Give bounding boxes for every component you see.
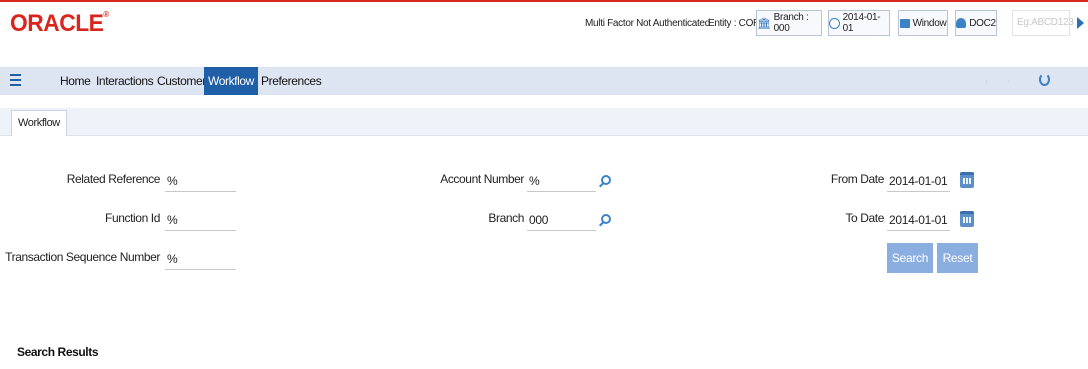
related-reference-input[interactable] (165, 170, 236, 192)
from-date-input[interactable] (887, 170, 950, 192)
account-lookup-icon[interactable] (601, 175, 611, 185)
quick-search-input[interactable]: Eg:ABCD123 (1012, 10, 1074, 36)
nav-workflow[interactable]: Workflow (204, 67, 258, 95)
clock-icon (829, 17, 840, 29)
mfa-status: Multi Factor Not Authenticated (585, 18, 710, 29)
top-header: ORACLE® Multi Factor Not Authenticated E… (0, 0, 1088, 44)
user-button[interactable]: DOC2 (955, 10, 997, 36)
txn-seq-label: Transaction Sequence Number (5, 250, 160, 264)
function-id-label: Function Id (105, 211, 160, 225)
txn-seq-input[interactable] (165, 248, 236, 270)
arrow-right-icon[interactable] (1077, 17, 1084, 29)
search-results-heading: Search Results (17, 345, 99, 359)
reset-button[interactable]: Reset (937, 243, 978, 273)
from-date-calendar-icon[interactable] (960, 172, 974, 188)
nav-next-icon[interactable]: › (1007, 76, 1010, 87)
branch-button[interactable]: 🏛 Branch : 000 (756, 10, 822, 36)
window-icon (899, 18, 910, 28)
search-button[interactable]: Search (887, 243, 933, 273)
branch-input[interactable] (527, 209, 596, 231)
nav-preferences[interactable]: Preferences (257, 67, 325, 95)
from-date-label: From Date (830, 172, 884, 186)
bank-icon: 🏛 (757, 17, 771, 30)
main-nav: Home Interactions Customer Workflow Pref… (0, 44, 1088, 95)
branch-label: Branch (488, 211, 524, 225)
user-icon (956, 18, 967, 28)
account-number-input[interactable] (527, 170, 596, 192)
window-button[interactable]: Window (898, 10, 948, 36)
nav-customer[interactable]: Customer (153, 67, 210, 95)
related-reference-label: Related Reference (66, 172, 161, 186)
tab-strip: Workflow (0, 108, 1088, 136)
refresh-icon[interactable] (1039, 73, 1050, 86)
oracle-logo: ORACLE® (10, 10, 109, 37)
nav-home[interactable]: Home (56, 67, 94, 95)
menu-icon[interactable] (10, 74, 21, 86)
tab-workflow[interactable]: Workflow (11, 110, 67, 136)
account-number-label: Account Number (440, 172, 524, 186)
to-date-input[interactable] (887, 209, 950, 231)
date-button[interactable]: 2014-01-01 (828, 10, 890, 36)
function-id-input[interactable] (165, 209, 236, 231)
to-date-calendar-icon[interactable] (960, 211, 974, 227)
branch-lookup-icon[interactable] (601, 214, 611, 224)
nav-previous-icon[interactable]: ‹ (985, 76, 988, 87)
nav-interactions[interactable]: Interactions (92, 67, 157, 95)
to-date-label: To Date (845, 211, 884, 225)
